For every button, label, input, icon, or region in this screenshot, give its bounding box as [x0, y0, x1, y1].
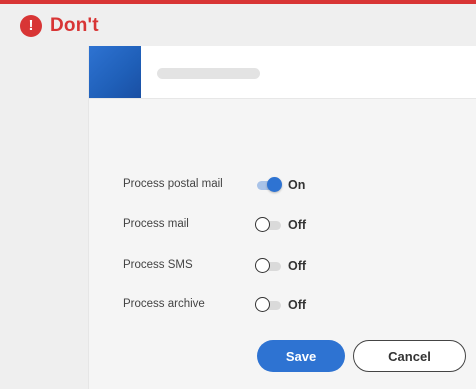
- save-button[interactable]: Save: [257, 340, 345, 372]
- top-accent-bar: [0, 0, 476, 4]
- toggle-switch[interactable]: Off: [255, 297, 331, 315]
- toggle-knob: [255, 258, 270, 273]
- toggle-knob: [267, 177, 282, 192]
- setting-row-postal-mail: Process postal mail On: [123, 176, 423, 196]
- alert-icon: !: [20, 15, 42, 37]
- toggle-knob: [255, 217, 270, 232]
- toggle-knob: [255, 297, 270, 312]
- setting-label: Process archive: [123, 298, 205, 310]
- toggle-state-text: Off: [288, 259, 307, 273]
- toggle-switch[interactable]: Off: [255, 217, 331, 235]
- toggle-state-text: Off: [288, 218, 307, 232]
- toggle-state-text: On: [288, 178, 306, 192]
- setting-row-mail: Process mail Off: [123, 216, 423, 236]
- cancel-button[interactable]: Cancel: [353, 340, 466, 372]
- setting-row-sms: Process SMS Off: [123, 257, 423, 277]
- title-placeholder-skeleton: [157, 68, 260, 79]
- setting-label: Process mail: [123, 218, 189, 230]
- brand-block: [89, 46, 141, 98]
- panel-header: [89, 46, 476, 99]
- setting-row-archive: Process archive Off: [123, 296, 423, 316]
- dont-banner: ! Don't: [20, 13, 99, 39]
- dont-label: Don't: [50, 15, 99, 36]
- toggle-switch[interactable]: Off: [255, 258, 331, 276]
- settings-panel: Process postal mail On Process mail Off …: [88, 46, 476, 389]
- setting-label: Process SMS: [123, 259, 193, 271]
- alert-icon-glyph: !: [28, 17, 34, 34]
- toggle-switch[interactable]: On: [255, 177, 331, 195]
- toggle-state-text: Off: [288, 298, 307, 312]
- setting-label: Process postal mail: [123, 178, 223, 190]
